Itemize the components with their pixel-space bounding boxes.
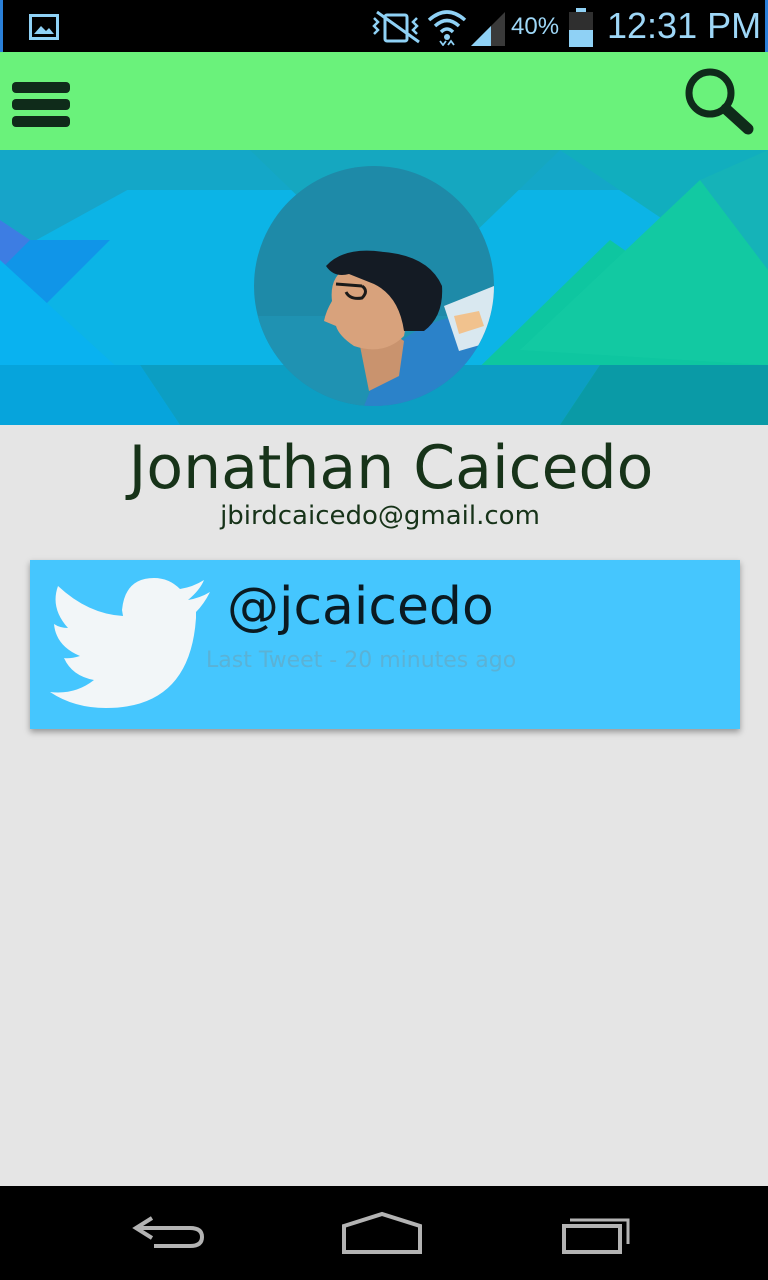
back-icon[interactable] xyxy=(130,1208,208,1258)
twitter-bird-icon xyxy=(50,578,210,708)
battery-icon xyxy=(569,8,593,47)
menu-icon[interactable] xyxy=(10,78,74,130)
signal-icon xyxy=(471,12,505,46)
gallery-icon xyxy=(29,14,59,40)
wifi-icon xyxy=(427,10,467,46)
profile-name: Jonathan Caicedo xyxy=(128,433,654,503)
screen: 40% 12:31 PM Jonathan Caicedo jbirdcaice… xyxy=(0,0,768,1280)
recent-apps-icon[interactable] xyxy=(558,1208,638,1258)
avatar-image xyxy=(254,166,494,406)
status-time: 12:31 PM xyxy=(607,5,762,46)
search-icon[interactable] xyxy=(682,66,756,136)
status-bar: 40% 12:31 PM xyxy=(0,0,768,52)
vibrate-mute-icon xyxy=(372,10,420,44)
avatar[interactable] xyxy=(254,166,494,406)
twitter-card[interactable]: @jcaicedo Last Tweet - 20 minutes ago xyxy=(30,560,740,729)
app-bar xyxy=(0,52,768,150)
navigation-bar xyxy=(0,1186,768,1280)
home-icon[interactable] xyxy=(340,1208,424,1258)
battery-percent: 40% xyxy=(511,13,560,40)
profile-email: jbirdcaicedo@gmail.com xyxy=(220,501,540,531)
profile-banner xyxy=(0,150,768,425)
last-tweet-text: Last Tweet - 20 minutes ago xyxy=(206,648,517,673)
twitter-handle: @jcaicedo xyxy=(227,577,494,637)
